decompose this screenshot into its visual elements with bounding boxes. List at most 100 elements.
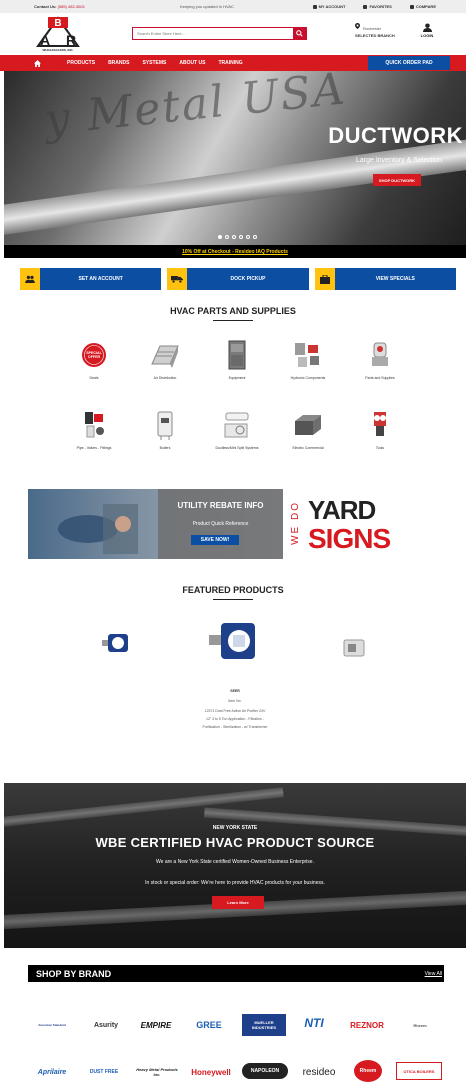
nav-brands[interactable]: BRANDS [108,60,129,66]
favorites-link[interactable]: FAVORITES [363,4,392,9]
login-label: LOGIN [420,33,434,38]
learn-more-button[interactable]: Learn More [212,896,264,909]
category-label: Tools [375,446,385,450]
special-offer-badge-icon: SPECIAL OFFER [79,340,109,370]
brand-gree[interactable]: GREE [184,1018,234,1032]
hero-subline: Large Inventory & Selection [356,157,442,164]
featured-product-thumb-prev[interactable] [100,630,136,656]
brand-heavy-metal[interactable]: Heavy Metal Products Inc. [134,1062,180,1082]
branch-location: Rochester [363,26,382,31]
wbe-headline: WBE CERTIFIED HVAC PRODUCT SOURCE [95,835,375,850]
login-link[interactable]: LOGIN [416,23,438,38]
featured-product-main[interactable] [205,615,265,667]
view-all-brands-link[interactable]: View All [425,971,442,977]
category-label: Parts and Supplies [365,376,395,380]
dock-pickup-button[interactable]: DOCK PICKUP [167,268,309,290]
svg-text:OFFER: OFFER [88,355,101,359]
air-purifier-icon [102,634,128,652]
svg-text:R: R [66,32,76,48]
nav-products[interactable]: PRODUCTS [67,60,95,66]
category-equipment[interactable]: Equipment [207,340,267,380]
branch-selector[interactable]: Rochester SELECTED BRANCH [355,23,411,38]
user-icon [422,23,432,32]
category-electric-commercial[interactable]: Electric Commercial [278,410,338,450]
featured-product-desc-line: 12" 3 to 5 Ton Application - Filtration … [206,717,264,721]
account-links: MY ACCOUNT FAVORITES COMPARE [312,4,436,9]
carousel-dot[interactable] [232,235,236,239]
category-air-distribution[interactable]: Air Distribution [135,340,195,380]
rebate-subtitle: Product Quick Reference [192,521,249,527]
category-label: Ductless/Mini Split Systems [215,446,259,450]
search-icon [296,30,303,37]
carousel-dot[interactable] [239,235,243,239]
set-account-label: SET AN ACCOUNT [40,268,162,290]
logo-mark-icon: B A R [36,16,80,48]
brand-reznor[interactable]: REZNOR [342,1018,392,1032]
my-account-link[interactable]: MY ACCOUNT [312,4,345,9]
search-input[interactable] [133,28,293,39]
brand-napoleon[interactable]: NAPOLEON [242,1063,288,1079]
save-now-button[interactable]: SAVE NOW! [191,535,239,545]
brand-american-standard[interactable]: American Standard [32,1018,72,1032]
abr-logo[interactable]: B A R WHOLESALERS, INC. [34,16,82,52]
brand-dust-free[interactable]: DUST FREE [80,1065,128,1079]
contact-phone-link[interactable]: (585) 482-3601 [58,4,85,9]
yard-signs-banner[interactable]: WE DO YARD SIGNS [290,489,440,559]
yard-text: YARD [308,495,376,525]
category-label: Boilers [159,446,171,450]
brand-empire[interactable]: EMPIRE [134,1018,178,1032]
carousel-dot[interactable] [253,235,257,239]
set-account-button[interactable]: SET AN ACCOUNT [20,268,162,290]
nav-training[interactable]: TRAINING [218,60,242,66]
brand-aprilaire[interactable]: Aprilaire [30,1065,74,1079]
shop-by-brand-bar: SHOP BY BRAND View All [28,965,444,982]
search-button[interactable] [293,28,306,39]
featured-product-name[interactable]: SEER [180,688,290,694]
brand-utica-boilers[interactable]: UTICA BOILERS [396,1062,442,1080]
furnace-icon [222,340,252,370]
commercial-unit-icon [293,410,323,440]
brand-nti[interactable]: NTI [296,1016,332,1030]
brand-asurity[interactable]: Asurity [84,1018,128,1032]
featured-product-thumb-next[interactable] [338,636,370,660]
search-bar [132,27,307,40]
category-label: Deals [89,376,99,380]
categories-title-rule [213,320,253,321]
carousel-dot[interactable] [246,235,250,239]
category-hydronic-components[interactable]: Hydronic Components [278,340,338,380]
carousel-dot[interactable] [225,235,229,239]
contact-label: Contact Us [34,4,56,9]
quick-order-pad-button[interactable]: QUICK ORDER PAD [368,56,450,70]
nav-systems[interactable]: SYSTEMS [142,60,166,66]
compare-link[interactable]: COMPARE [409,4,436,9]
brand-mueller[interactable]: MUELLER INDUSTRIES [242,1014,286,1036]
brand-rheem[interactable]: Rheem [354,1060,382,1082]
brand-honeywell[interactable]: Honeywell [186,1065,236,1079]
duct-decoration [204,807,466,839]
air-purifier-icon [343,639,365,657]
category-tools[interactable]: Tools [350,410,410,450]
category-ductless-mini-split[interactable]: Ductless/Mini Split Systems [207,410,267,450]
categories-title: HVAC PARTS AND SUPPLIES [170,306,296,316]
view-specials-button[interactable]: VIEW SPECIALS [314,268,456,290]
category-pipe-valves-fittings[interactable]: Pipe - Valves - Fittings [64,410,124,450]
hero-carousel[interactable]: y Metal USA DUCTWORK Large Inventory & S… [4,71,466,245]
category-parts-and-supplies[interactable]: Parts and Supplies [350,340,410,380]
category-deals[interactable]: SPECIAL OFFER Deals [64,340,124,380]
shop-ductwork-button[interactable]: SHOP DUCTWORK [373,174,421,186]
favorites-label: FAVORITES [369,4,392,9]
logo-subtitle: WHOLESALERS, INC. [42,48,74,52]
brand-rheem-small[interactable]: Rheem [398,1018,442,1032]
nav-about-us[interactable]: ABOUT US [179,60,205,66]
utility-rebate-banner[interactable]: UTILITY REBATE INFO Product Quick Refere… [28,489,283,559]
user-icon [312,4,317,9]
promo-link[interactable]: 10% Off at Checkout - Resideo IAQ Produc… [182,249,288,255]
carousel-dot[interactable] [218,235,222,239]
site-header: B A R WHOLESALERS, INC. Rochester SELECT… [0,13,466,55]
svg-text:B: B [54,18,61,29]
brand-resideo[interactable]: resideo [294,1065,344,1079]
wbe-line-1: We are a New York State certified Women-… [156,859,314,865]
home-link[interactable] [34,59,54,67]
category-boilers[interactable]: Boilers [135,410,195,450]
featured-product-sku: Item No. [228,699,242,703]
